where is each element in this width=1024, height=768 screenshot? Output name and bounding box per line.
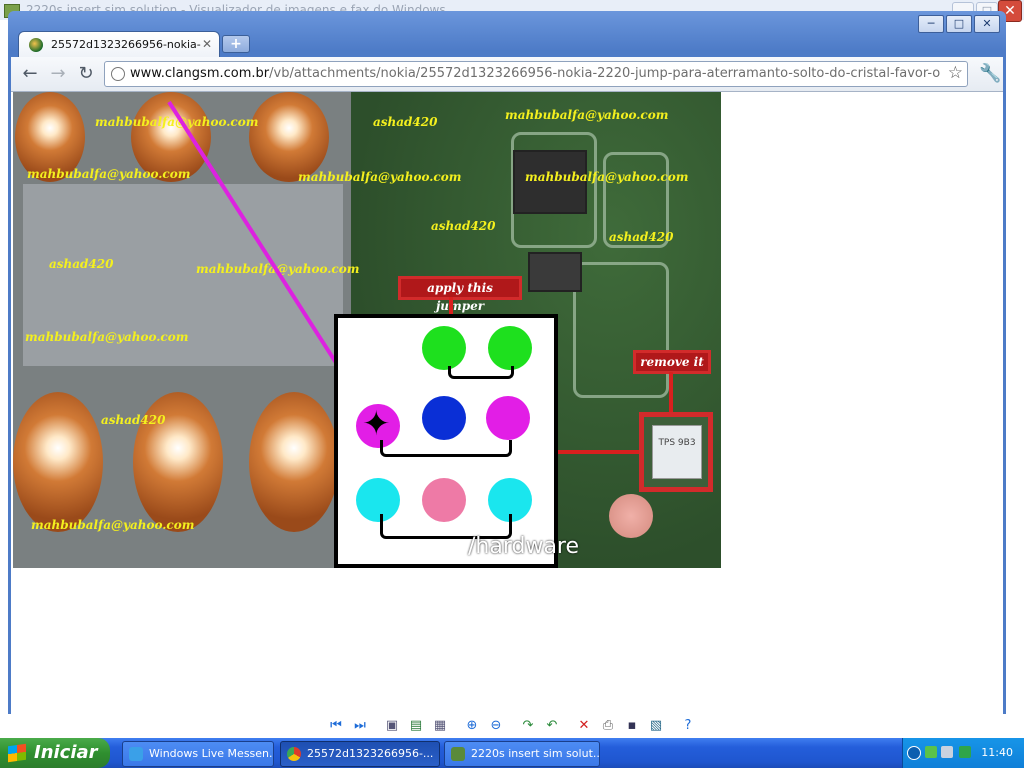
bookmark-star-icon[interactable]: ☆ [948,63,963,83]
tab-close-icon[interactable]: ✕ [202,37,212,51]
taskbar-item-photo-viewer[interactable]: 2220s insert sim solut... [444,741,600,767]
tray-app-icon[interactable] [959,746,971,758]
tab-title: 25572d1323266956-nokia-222 [51,38,201,51]
taskbar-item-messenger[interactable]: Windows Live Messen... [122,741,274,767]
minimize-button[interactable]: ─ [918,15,944,33]
windows-logo-icon [8,743,26,763]
apply-connector [449,297,453,315]
tray-network-icon[interactable] [925,746,937,758]
jumper-bracket [448,366,514,379]
maximize-button[interactable]: □ [946,15,972,33]
open-icon[interactable]: ▧ [648,719,664,733]
favicon-icon [29,38,43,52]
start-button[interactable]: Iniciar [0,738,110,768]
address-bar[interactable]: www.clangsm.com.br/vb/attachments/nokia/… [104,61,968,87]
reload-icon[interactable]: ↻ [75,63,97,85]
save-icon[interactable]: ▪ [624,719,640,733]
taskbar-item-label: Windows Live Messen... [149,747,274,760]
zoom-in-icon[interactable]: ⊕ [464,719,480,733]
page-info-icon[interactable] [111,67,125,81]
magenta-dot [486,396,530,440]
actual-size-icon[interactable]: ▤ [408,719,424,733]
blue-dot [422,396,466,440]
photo-viewer-icon [451,747,465,761]
star-marker-icon: ✦ [362,404,391,444]
print-icon[interactable]: ⎙ [600,719,616,733]
url-text[interactable]: www.clangsm.com.br/vb/attachments/nokia/… [130,66,940,81]
system-tray: 11:40 [902,738,1024,768]
remove-chip-box: TPS 9B3 [639,412,713,492]
start-label: Iniciar [34,742,98,763]
photo-viewer-toolbar: ⏮ ⏭ ▣ ▤ ▦ ⊕ ⊖ ↷ ↶ ✕ ⎙ ▪ ▧ ? [0,714,1024,740]
page-viewport: mahbubalfa@yahoo.com ashad420 mahbubalfa… [11,92,1003,714]
new-tab-button[interactable]: + [222,35,250,53]
tray-volume-icon[interactable] [941,746,953,758]
green-dot [422,326,466,370]
apply-jumper-label: apply this jumper [398,276,522,313]
chrome-icon [287,747,301,761]
hardware-label: /hardware [468,534,580,559]
rotate-clockwise-icon[interactable]: ↷ [520,719,536,733]
browser-toolbar: ← → ↻ www.clangsm.com.br/vb/attachments/… [11,57,1003,92]
zoom-out-icon[interactable]: ⊖ [488,719,504,733]
rotate-counterclockwise-icon[interactable]: ↶ [544,719,560,733]
next-icon[interactable]: ⏭ [352,719,368,733]
tray-expand-icon[interactable] [907,746,921,760]
remove-connector [669,372,673,412]
taskbar-item-label: 2220s insert sim solut... [471,747,600,760]
forward-arrow-icon[interactable]: → [47,63,69,85]
best-fit-icon[interactable]: ▣ [384,719,400,733]
taskbar: Iniciar Windows Live Messen... 25572d132… [0,738,1024,768]
back-arrow-icon[interactable]: ← [19,63,41,85]
messenger-icon [129,747,143,761]
remove-chip: TPS 9B3 [652,425,702,479]
jumper-diagram: ✦ [334,314,558,568]
close-button[interactable]: ✕ [974,15,1000,33]
taskbar-item-chrome[interactable]: 25572d1323266956-... [280,741,440,767]
browser-tab[interactable]: 25572d1323266956-nokia-222 ✕ [18,31,220,58]
wrench-menu-icon[interactable]: 🔧 [979,63,1001,84]
jumper-bracket [380,440,512,457]
taskbar-item-label: 25572d1323266956-... [307,747,434,760]
remove-pointer-line [558,450,640,454]
url-path: /vb/attachments/nokia/25572d1323266956-n… [269,66,940,81]
previous-icon[interactable]: ⏮ [328,719,344,733]
delete-icon[interactable]: ✕ [576,719,592,733]
window-controls: ─ □ ✕ [918,15,1000,33]
green-dot [488,326,532,370]
clock: 11:40 [981,746,1013,759]
remove-it-label: remove it [633,350,711,374]
help-icon[interactable]: ? [680,719,696,733]
pcb-photo: mahbubalfa@yahoo.com ashad420 mahbubalfa… [13,92,721,568]
chrome-window: ─ □ ✕ 25572d1323266956-nokia-222 ✕ + ← →… [8,11,1006,714]
slideshow-icon[interactable]: ▦ [432,719,448,733]
url-host: www.clangsm.com.br [130,66,270,81]
